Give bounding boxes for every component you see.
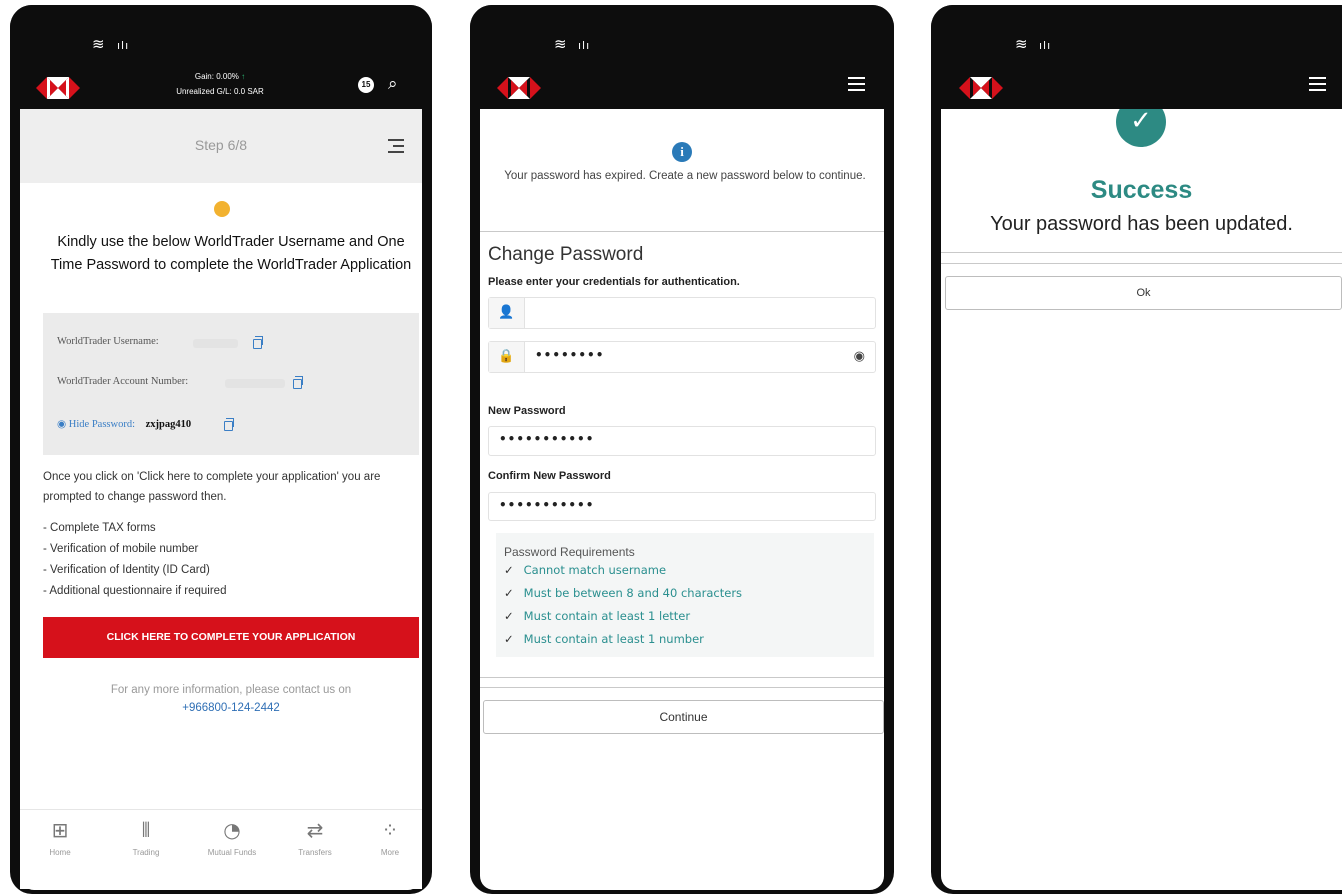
hide-password-link[interactable]: Hide Password: [69, 419, 135, 430]
continue-button[interactable]: Continue [483, 700, 884, 734]
requirement-item: ✓ Cannot match username [504, 563, 667, 577]
password-requirements: Password Requirements ✓ Cannot match user… [496, 533, 874, 657]
contact-info: For any more information, please contact… [43, 681, 419, 717]
requirements-title: Password Requirements [504, 545, 635, 559]
username-label: WorldTrader Username: [57, 336, 159, 347]
ok-button[interactable]: Ok [945, 276, 1342, 310]
divider [480, 677, 884, 678]
bank-logo [959, 77, 1003, 99]
menu-icon[interactable] [1309, 77, 1326, 91]
list-item: - Verification of Identity (ID Card) [43, 564, 210, 576]
transfer-icon: ⇄ [306, 818, 324, 842]
success-message: Your password has been updated. [990, 213, 1293, 235]
page-title: Kindly use the below WorldTrader Usernam… [50, 234, 412, 273]
divider [941, 263, 1342, 264]
wifi-icon: ≋ [1015, 35, 1028, 53]
tab-label: Home [49, 848, 71, 857]
wifi-icon: ≋ [554, 35, 567, 53]
new-password-label: New Password [488, 405, 566, 417]
tab-mutual-funds[interactable]: ◔ Mutual Funds [192, 816, 272, 857]
step-bar: Step 6/8 [20, 109, 422, 183]
lock-icon: 🔒 [489, 342, 525, 372]
divider [480, 231, 884, 232]
check-icon: ✓ [504, 586, 514, 600]
screen-content: ✓ Success Your password has been updated… [941, 109, 1342, 890]
menu-icon[interactable] [848, 77, 865, 91]
password-value: zxjpag410 [145, 419, 192, 430]
current-password-field[interactable]: 🔒 •••••••• ◉ [488, 341, 876, 373]
candlestick-icon: ⫴ [141, 818, 151, 842]
tab-label: Transfers [298, 848, 332, 857]
username-value [193, 339, 238, 348]
grid-icon: ⊞ [51, 818, 69, 842]
confirm-password-field[interactable]: ••••••••••• [488, 492, 876, 521]
contact-text: For any more information, please contact… [110, 684, 352, 696]
list-item: - Verification of mobile number [43, 543, 199, 555]
complete-application-button[interactable]: CLICK HERE TO COMPLETE YOUR APPLICATION [43, 617, 419, 658]
new-password-field[interactable]: ••••••••••• [488, 426, 876, 456]
page-subtitle: Please enter your credentials for authen… [488, 276, 740, 288]
divider [941, 252, 1342, 253]
tab-label: More [380, 848, 400, 857]
check-icon: ✓ [504, 632, 514, 646]
check-icon: ✓ [504, 609, 514, 623]
confirm-password-value: ••••••••••• [499, 498, 595, 512]
credentials-box: WorldTrader Username: WorldTrader Accoun… [43, 313, 419, 455]
requirement-item: ✓ Must contain at least 1 number [504, 632, 704, 646]
current-password-value: •••••••• [535, 348, 605, 362]
account-number-label: WorldTrader Account Number: [57, 376, 189, 387]
chart-circle-icon: ◔ [223, 818, 241, 842]
signal-icon: ılı [1039, 39, 1052, 52]
phone-screen-3: ≋ ılı ✓ Success Your password has been u… [931, 5, 1342, 894]
bottom-tab-bar: ⊞ Home ⫴ Trading ◔ Mutual Funds ⇄ Transf… [20, 809, 422, 889]
requirement-item: ✓ Must contain at least 1 letter [504, 609, 691, 623]
more-icon: ⁘ [381, 818, 399, 842]
requirement-item: ✓ Must be between 8 and 40 characters [504, 586, 743, 600]
tab-transfers[interactable]: ⇄ Transfers [275, 816, 355, 857]
copy-icon[interactable] [253, 336, 263, 349]
copy-icon[interactable] [293, 376, 303, 389]
info-paragraph: Once you click on 'Click here to complet… [43, 471, 381, 503]
new-password-value: ••••••••••• [499, 432, 595, 446]
confirm-password-label: Confirm New Password [488, 470, 611, 482]
signal-icon: ılı [578, 39, 591, 52]
clock-icon [214, 201, 230, 217]
tab-more[interactable]: ⁘ More [350, 816, 430, 857]
bank-logo [497, 77, 541, 99]
check-icon: ✓ [504, 563, 514, 577]
username-field[interactable]: 👤 [488, 297, 876, 329]
contact-phone-link[interactable]: +966800-124-2442 [43, 699, 419, 717]
phone-screen-2: ≋ ılı i Your password has expired. Creat… [470, 5, 894, 894]
copy-icon[interactable] [224, 418, 234, 431]
eye-icon[interactable]: ◉ [57, 418, 66, 430]
tab-home[interactable]: ⊞ Home [20, 816, 100, 857]
success-title: Success [1090, 176, 1193, 204]
username-row: WorldTrader Username: [57, 336, 159, 347]
phone-screen-1: ≋ ılı Gain: 0.00% ↑ Unrealized G/L: 0.0 … [10, 5, 432, 894]
user-icon: 👤 [489, 298, 525, 328]
password-row: ◉ Hide Password: zxjpag410 [57, 418, 191, 430]
account-number-value [225, 379, 285, 388]
tab-label: Trading [132, 848, 160, 857]
tab-label: Mutual Funds [207, 848, 257, 857]
app-header: ≋ ılı [931, 5, 1342, 109]
step-indicator: Step 6/8 [194, 137, 248, 153]
info-icon: i [672, 142, 692, 162]
app-header: ≋ ılı [470, 5, 894, 109]
list-item: - Complete TAX forms [43, 522, 156, 534]
tab-trading[interactable]: ⫴ Trading [106, 816, 186, 857]
menu-icon[interactable] [388, 139, 404, 157]
account-number-row: WorldTrader Account Number: [57, 376, 188, 387]
expired-message: Your password has expired. Create a new … [504, 170, 866, 182]
steps-list: - Complete TAX forms - Verification of m… [43, 518, 419, 602]
check-circle-icon: ✓ [1116, 109, 1166, 147]
divider [480, 687, 884, 688]
eye-icon[interactable]: ◉ [854, 349, 865, 364]
page-title: Change Password [488, 244, 644, 265]
screen-content: i Your password has expired. Create a ne… [480, 109, 884, 890]
list-item: - Additional questionnaire if required [43, 585, 227, 597]
